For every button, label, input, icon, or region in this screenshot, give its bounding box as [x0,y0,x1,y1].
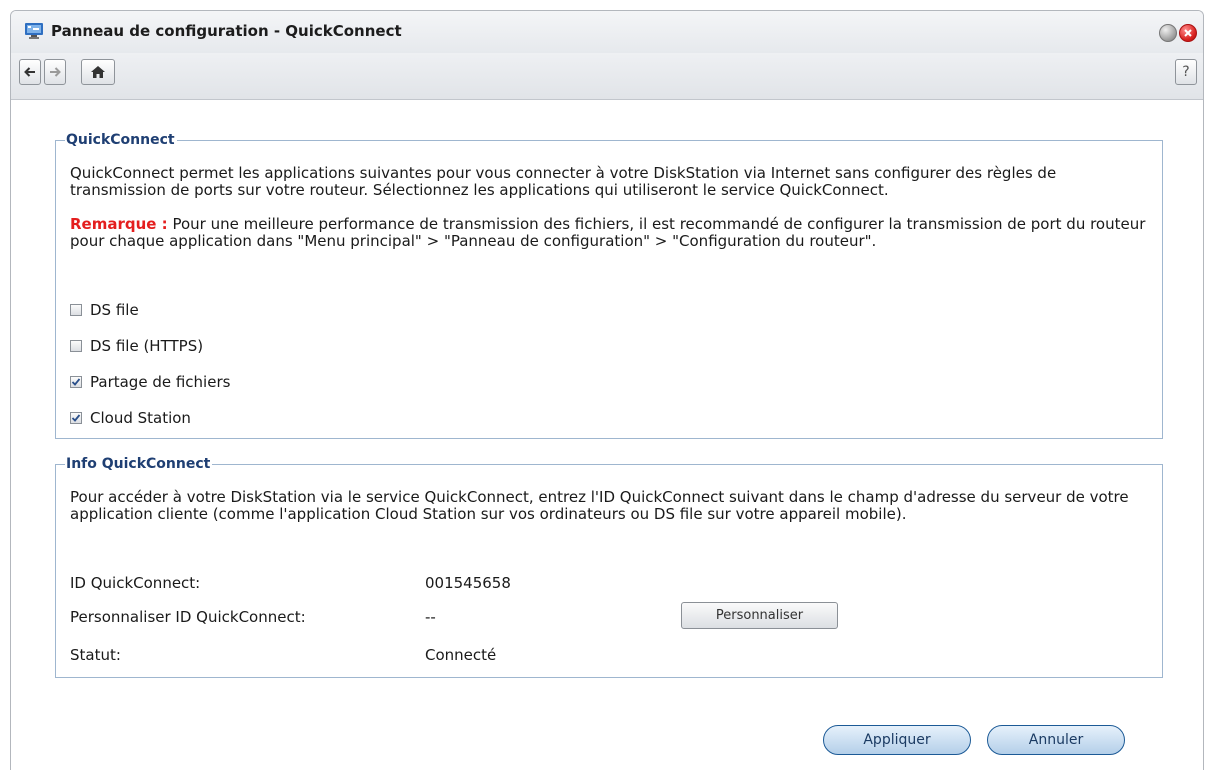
back-button[interactable] [19,59,41,85]
custom-id-value: -- [425,608,436,626]
app-checkbox-file-sharing[interactable]: Partage de fichiers [70,373,230,391]
help-icon[interactable]: ? [1175,59,1197,85]
close-icon[interactable] [1179,24,1197,42]
checkbox-checked-icon[interactable] [70,376,82,388]
app-checkbox-ds-file-https[interactable]: DS file (HTTPS) [70,337,203,355]
app-label: Cloud Station [90,409,191,427]
control-panel-window: Panneau de configuration - QuickConnect … [10,10,1204,770]
minimize-icon[interactable] [1159,24,1177,42]
home-icon [91,66,105,78]
custom-id-label: Personnaliser ID QuickConnect: [70,608,306,626]
cancel-button[interactable]: Annuler [987,725,1125,755]
remark-paragraph: Remarque : Pour une meilleure performanc… [70,216,1148,250]
app-label: DS file [90,301,139,319]
checkbox-unchecked-icon[interactable] [70,340,82,352]
quickconnect-id-label: ID QuickConnect: [70,574,201,592]
app-checkbox-ds-file[interactable]: DS file [70,301,139,319]
control-panel-icon [25,23,43,39]
forward-arrow-icon [50,67,61,77]
quickconnect-id-value: 001545658 [425,574,511,592]
info-legend: Info QuickConnect [66,456,211,472]
home-button[interactable] [81,59,115,85]
back-arrow-icon [24,67,35,77]
app-checkbox-cloud-station[interactable]: Cloud Station [70,409,191,427]
quickconnect-section: QuickConnect QuickConnect permet les app… [55,132,1163,439]
window-title: Panneau de configuration - QuickConnect [51,22,402,40]
title-bar[interactable]: Panneau de configuration - QuickConnect [11,11,1203,53]
info-description: Pour accéder à votre DiskStation via le … [70,488,1129,523]
quickconnect-description: QuickConnect permet les applications sui… [70,164,1057,199]
toolbar: ? [11,53,1203,100]
quickconnect-info-section: Info QuickConnect Pour accéder à votre D… [55,456,1163,678]
app-label: DS file (HTTPS) [90,337,204,355]
status-label: Statut: [70,646,121,664]
remark-label: Remarque : [70,215,168,233]
quickconnect-legend: QuickConnect [66,132,175,148]
main-content: QuickConnect QuickConnect permet les app… [11,100,1203,770]
forward-button[interactable] [44,59,66,85]
status-value: Connecté [425,646,497,664]
remark-text: Pour une meilleure performance de transm… [70,215,1146,250]
checkbox-checked-icon[interactable] [70,412,82,424]
customize-button[interactable]: Personnaliser [681,602,838,629]
app-label: Partage de fichiers [90,373,231,391]
checkbox-unchecked-icon[interactable] [70,304,82,316]
apply-button[interactable]: Appliquer [823,725,971,755]
